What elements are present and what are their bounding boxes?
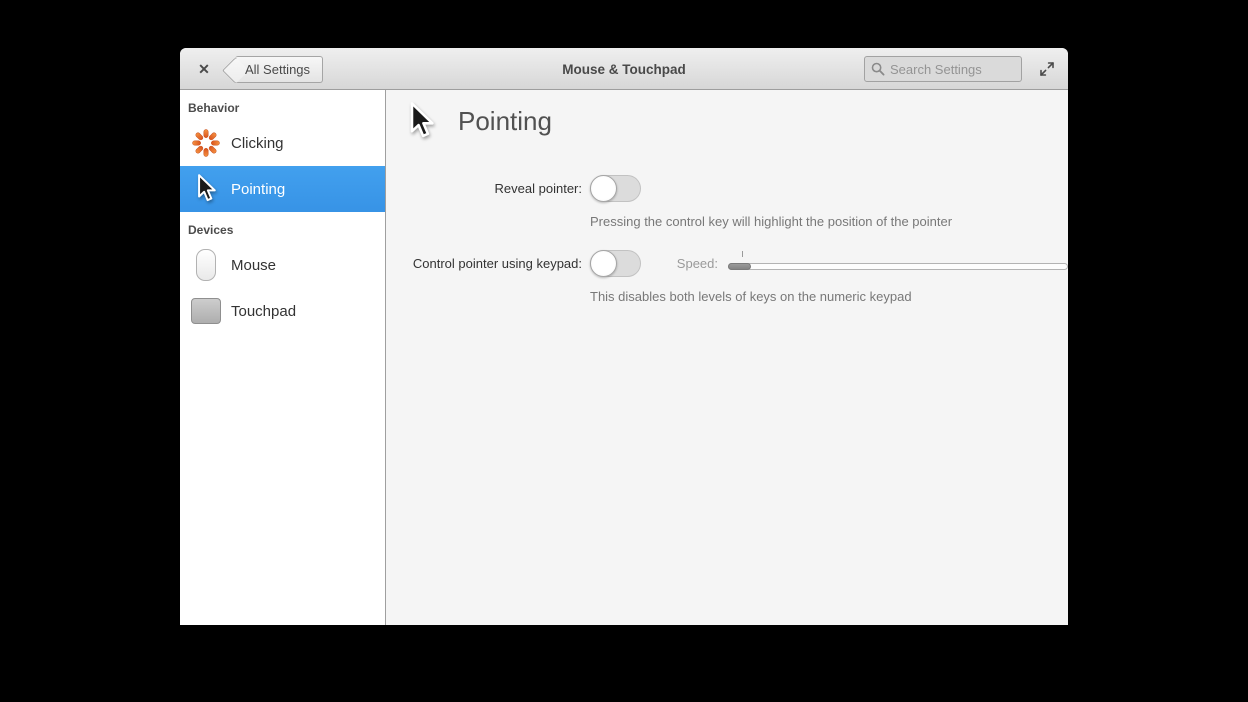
pointer-cursor-icon: [188, 174, 224, 204]
keypad-pointer-label: Control pointer using keypad:: [412, 256, 582, 271]
all-settings-label: All Settings: [245, 62, 311, 77]
reveal-pointer-toggle[interactable]: [590, 175, 641, 202]
pointing-heading-icon: [410, 102, 434, 138]
page-title: Pointing: [458, 106, 552, 136]
reveal-pointer-description: Pressing the control key will highlight …: [590, 214, 953, 229]
sidebar-item-touchpad[interactable]: Touchpad: [180, 288, 385, 334]
search-icon: [871, 62, 885, 76]
content-pane: Pointing Reveal pointer: Pressing the co…: [386, 90, 1068, 625]
sidebar-item-label: Touchpad: [231, 302, 297, 320]
settings-window: ✕ All Settings Mouse & Touchpad Behavior: [180, 48, 1068, 625]
sidebar-item-label: Mouse: [231, 256, 277, 274]
toggle-knob: [590, 175, 617, 202]
sidebar-item-label: Clicking: [231, 134, 284, 152]
maximize-icon[interactable]: [1038, 60, 1056, 78]
search-box[interactable]: [864, 56, 1022, 82]
page-heading: Pointing: [406, 102, 552, 141]
toggle-knob: [590, 250, 617, 277]
sidebar-item-clicking[interactable]: Clicking: [180, 120, 385, 166]
reveal-pointer-row: Reveal pointer:: [386, 175, 1068, 202]
sidebar-section-devices: Devices: [188, 223, 234, 237]
search-input[interactable]: [890, 61, 1015, 77]
speed-slider[interactable]: [728, 250, 1068, 277]
sidebar-item-label: Pointing: [231, 180, 286, 198]
speed-label: Speed:: [676, 256, 718, 271]
clicking-starburst-icon: [188, 128, 224, 158]
sidebar-item-pointing[interactable]: Pointing: [180, 166, 385, 212]
slider-tick: [742, 251, 743, 257]
keypad-pointer-row: Control pointer using keypad: Speed:: [386, 250, 1068, 277]
slider-track[interactable]: [728, 263, 1068, 270]
keypad-pointer-description: This disables both levels of keys on the…: [590, 289, 912, 304]
sidebar: Behavior Clicking Pointing Devices Mouse…: [180, 90, 386, 625]
close-button[interactable]: ✕: [190, 48, 218, 90]
all-settings-button[interactable]: All Settings: [222, 56, 324, 84]
reveal-pointer-label: Reveal pointer:: [494, 181, 582, 196]
slider-handle[interactable]: [728, 263, 751, 270]
mouse-icon: [188, 249, 224, 281]
sidebar-section-behavior: Behavior: [188, 101, 240, 115]
keypad-pointer-toggle[interactable]: [590, 250, 641, 277]
touchpad-icon: [188, 298, 224, 324]
sidebar-item-mouse[interactable]: Mouse: [180, 242, 385, 288]
titlebar[interactable]: ✕ All Settings Mouse & Touchpad: [180, 48, 1068, 90]
